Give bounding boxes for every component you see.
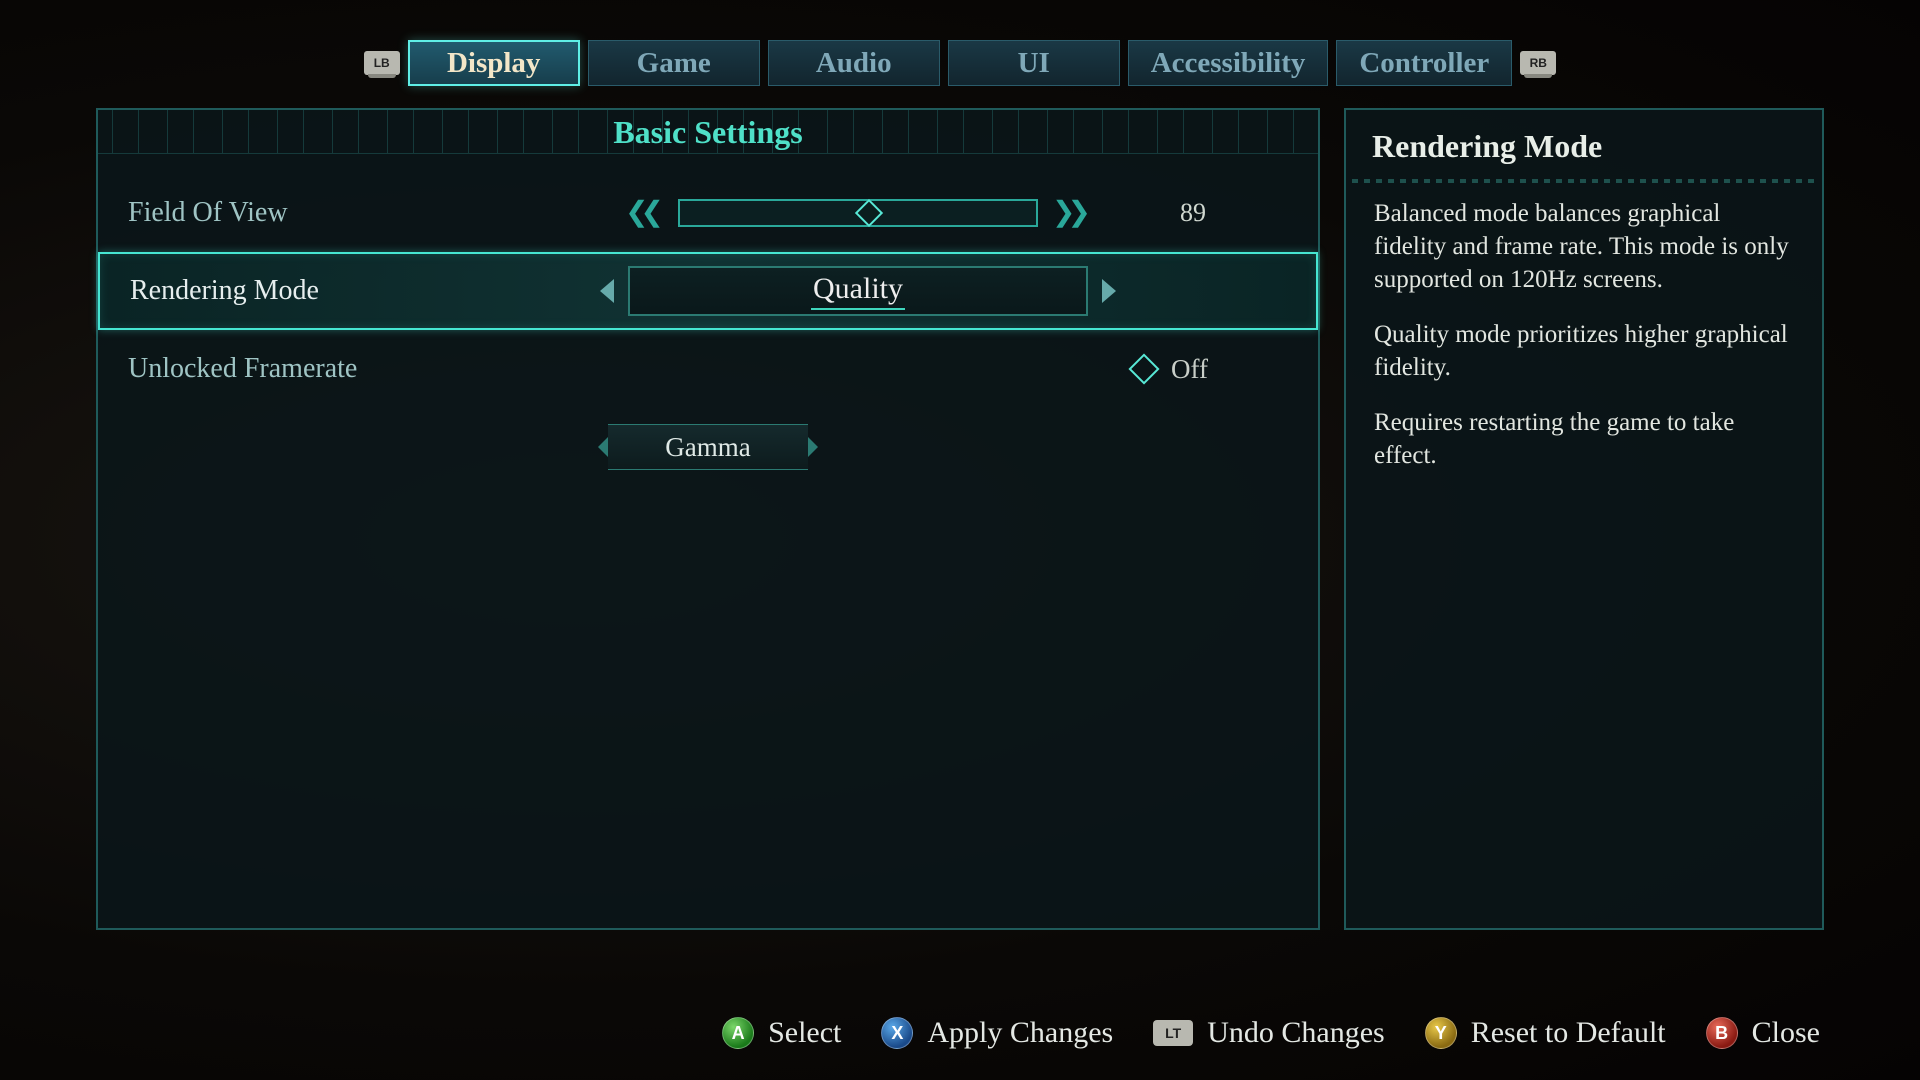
settings-panel: Basic Settings Field Of View ❮❮ ❯❯ 89 Re… xyxy=(96,108,1320,930)
button-x-icon: X xyxy=(881,1017,913,1049)
fov-slider-thumb[interactable] xyxy=(855,199,883,227)
info-body: Balanced mode balances graphical fidelit… xyxy=(1346,197,1822,472)
unlocked-framerate-value: Off xyxy=(1171,354,1208,385)
bumper-lb-icon: LB xyxy=(364,51,400,75)
info-paragraph-3: Requires restarting the game to take eff… xyxy=(1374,406,1794,472)
tab-bar: LB Display Game Audio UI Accessibility C… xyxy=(0,40,1920,86)
row-unlocked-framerate[interactable]: Unlocked Framerate Off xyxy=(98,330,1318,408)
section-title: Basic Settings xyxy=(98,110,1318,154)
unlocked-framerate-label: Unlocked Framerate xyxy=(128,353,548,385)
slider-decrease-icon[interactable]: ❮❮ xyxy=(625,199,664,227)
tab-ui[interactable]: UI xyxy=(948,40,1120,86)
footer-actions: A Select X Apply Changes LT Undo Changes… xyxy=(0,1016,1920,1050)
fov-slider-track[interactable] xyxy=(678,199,1038,227)
footer-close[interactable]: B Close xyxy=(1706,1016,1820,1050)
row-rendering-mode[interactable]: Rendering Mode Quality xyxy=(98,252,1318,330)
info-paragraph-2: Quality mode prioritizes higher graphica… xyxy=(1374,318,1794,384)
slider-increase-icon[interactable]: ❯❯ xyxy=(1052,199,1091,227)
tab-audio[interactable]: Audio xyxy=(768,40,940,86)
rendering-mode-selector[interactable]: Quality xyxy=(550,266,1166,316)
settings-rows: Field Of View ❮❮ ❯❯ 89 Rendering Mode Qu… xyxy=(98,154,1318,470)
main-area: Basic Settings Field Of View ❮❮ ❯❯ 89 Re… xyxy=(96,108,1824,930)
button-b-icon: B xyxy=(1706,1017,1738,1049)
selector-next-icon[interactable] xyxy=(1102,279,1116,303)
button-y-icon: Y xyxy=(1425,1017,1457,1049)
info-divider xyxy=(1352,179,1816,183)
bumper-rb-icon: RB xyxy=(1520,51,1556,75)
toggle-diamond-icon xyxy=(1128,353,1159,384)
gamma-button-label: Gamma xyxy=(665,432,750,463)
tab-controller[interactable]: Controller xyxy=(1336,40,1512,86)
footer-close-label: Close xyxy=(1752,1016,1820,1050)
gamma-row: Gamma xyxy=(98,424,1318,470)
fov-slider[interactable]: ❮❮ ❯❯ xyxy=(548,199,1168,227)
footer-select[interactable]: A Select xyxy=(722,1016,841,1050)
rendering-mode-value: Quality xyxy=(811,272,905,310)
info-title: Rendering Mode xyxy=(1346,110,1822,179)
footer-undo[interactable]: LT Undo Changes xyxy=(1153,1016,1384,1050)
footer-select-label: Select xyxy=(768,1016,841,1050)
row-fov[interactable]: Field Of View ❮❮ ❯❯ 89 xyxy=(98,174,1318,252)
rendering-mode-value-box[interactable]: Quality xyxy=(628,266,1088,316)
info-paragraph-1: Balanced mode balances graphical fidelit… xyxy=(1374,197,1794,296)
tab-accessibility[interactable]: Accessibility xyxy=(1128,40,1329,86)
footer-undo-label: Undo Changes xyxy=(1207,1016,1384,1050)
footer-apply[interactable]: X Apply Changes xyxy=(881,1016,1113,1050)
selector-prev-icon[interactable] xyxy=(600,279,614,303)
footer-apply-label: Apply Changes xyxy=(927,1016,1113,1050)
button-a-icon: A xyxy=(722,1017,754,1049)
footer-reset[interactable]: Y Reset to Default xyxy=(1425,1016,1666,1050)
tab-display[interactable]: Display xyxy=(408,40,580,86)
footer-reset-label: Reset to Default xyxy=(1471,1016,1666,1050)
info-panel: Rendering Mode Balanced mode balances gr… xyxy=(1344,108,1824,930)
tab-game[interactable]: Game xyxy=(588,40,760,86)
rendering-mode-label: Rendering Mode xyxy=(130,275,550,307)
fov-label: Field Of View xyxy=(128,197,548,229)
unlocked-framerate-toggle[interactable]: Off xyxy=(548,354,1288,385)
button-lt-icon: LT xyxy=(1153,1020,1193,1046)
fov-value: 89 xyxy=(1168,198,1288,228)
gamma-button[interactable]: Gamma xyxy=(608,424,808,470)
